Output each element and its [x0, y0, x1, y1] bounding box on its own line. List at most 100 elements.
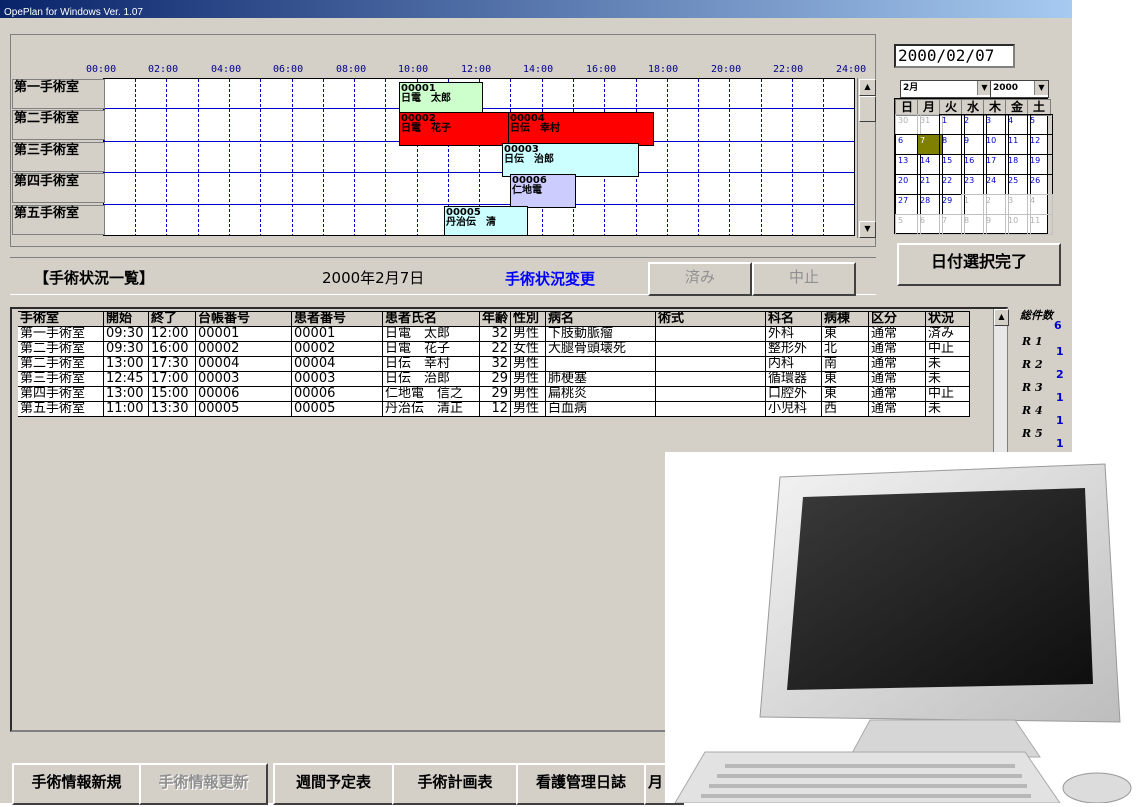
room-label: 第四手術室	[12, 173, 105, 203]
scroll-up-icon[interactable]: ▲	[859, 79, 876, 96]
surgery-table: 手術室 開始 終了 台帳番号 患者番号 患者氏名 年齢 性別 病名 術式 科名 …	[18, 311, 971, 417]
column-header[interactable]: 科名	[765, 311, 823, 327]
cell-patient-no: 00002	[291, 341, 383, 357]
count-room-label: R 3	[1022, 381, 1043, 394]
room-label: 第三手術室	[12, 142, 105, 172]
room-label: 第二手術室	[12, 110, 105, 140]
time-label: 10:00	[398, 64, 429, 75]
time-label: 12:00	[461, 64, 492, 75]
cell-procedure	[655, 356, 767, 372]
date-select-complete-button[interactable]: 日付選択完了	[897, 243, 1061, 286]
time-label: 08:00	[336, 64, 367, 75]
cell-age: 22	[479, 341, 512, 357]
surgery-plan-button[interactable]: 手術計画表	[392, 763, 518, 805]
column-header[interactable]: 患者番号	[291, 311, 383, 327]
table-row[interactable]: 第五手術室 11:00 13:30 00005 00005 丹治伝 清正 12 男性 白血病 小児…	[18, 401, 971, 417]
column-header[interactable]: 区分	[868, 311, 927, 327]
cell-category: 通常	[868, 356, 927, 372]
scroll-down-icon[interactable]: ▼	[859, 221, 876, 238]
schedule-grid[interactable]: 00001 日電 太郎 00002 日電 花子 00004 日伝 幸村 0000…	[103, 78, 855, 236]
date-field[interactable]: 2000/02/07	[894, 44, 1015, 68]
update-surgery-button[interactable]: 手術情報更新	[139, 763, 268, 805]
nursing-log-button[interactable]: 看護管理日誌	[516, 763, 646, 805]
table-row[interactable]: 第三手術室 12:45 17:00 00003 00003 日伝 治郎 29 男性 肺梗塞 循環器…	[18, 371, 971, 387]
column-header[interactable]: 開始	[103, 311, 149, 327]
column-header[interactable]: 患者氏名	[382, 311, 480, 327]
calendar-day[interactable]: 4	[1027, 194, 1053, 215]
cell-category: 通常	[868, 401, 927, 417]
surgery-bar[interactable]: 00001 日電 太郎	[399, 82, 483, 113]
calendar-day[interactable]: 19	[1027, 154, 1053, 175]
cell-disease	[545, 356, 657, 372]
cell-ward: 東	[821, 386, 870, 402]
cell-category: 通常	[868, 386, 927, 402]
cell-start: 09:30	[103, 326, 149, 342]
done-button[interactable]: 済み	[648, 262, 752, 296]
cell-patient-name: 日電 花子	[382, 341, 480, 357]
calendar-day[interactable]: 12	[1027, 134, 1053, 155]
column-header[interactable]: 年齢	[479, 311, 512, 327]
calendar-day[interactable]: 5	[1027, 114, 1053, 135]
cell-dept: 外科	[765, 326, 823, 342]
cell-sex: 男性	[510, 401, 547, 417]
month-select[interactable]: 2月 ▼	[900, 80, 992, 98]
cell-ledger-no: 00003	[195, 371, 292, 387]
column-header[interactable]: 術式	[655, 311, 767, 327]
year-select[interactable]: 2000 ▼	[990, 80, 1049, 98]
surgery-bar[interactable]: 00003 日伝 治郎	[502, 143, 639, 177]
cell-start: 13:00	[103, 386, 149, 402]
cell-patient-name: 仁地電 信之	[382, 386, 480, 402]
cell-ledger-no: 00005	[195, 401, 292, 417]
table-row[interactable]: 第一手術室 09:30 12:00 00001 00001 日電 太郎 32 男性 下肢動脈瘤外…	[18, 326, 971, 342]
column-header[interactable]: 手術室	[18, 311, 104, 327]
time-label: 00:00	[86, 64, 117, 75]
calendar-day[interactable]: 11	[1027, 214, 1053, 235]
room-label: 第五手術室	[12, 205, 105, 235]
column-header[interactable]: 病棟	[821, 311, 870, 327]
cell-status: 未	[925, 401, 971, 417]
count-total: 6	[1054, 319, 1062, 332]
cell-room: 第四手術室	[18, 386, 104, 402]
schedule-scrollbar[interactable]: ▲ ▼	[857, 78, 876, 238]
cell-end: 13:30	[148, 401, 196, 417]
chevron-down-icon[interactable]: ▼	[1034, 81, 1048, 95]
weekly-schedule-button[interactable]: 週間予定表	[273, 763, 394, 805]
cell-sex: 男性	[510, 371, 547, 387]
time-label: 24:00	[836, 64, 867, 75]
cell-room: 第二手術室	[18, 341, 104, 357]
column-header[interactable]: 終了	[148, 311, 196, 327]
count-room-value: 1	[1056, 414, 1064, 427]
chevron-down-icon[interactable]: ▼	[977, 81, 991, 95]
surgery-bar[interactable]: 00002 日電 花子	[399, 112, 513, 146]
month-value: 2月	[903, 83, 919, 93]
column-header[interactable]: 性別	[510, 311, 547, 327]
time-label: 22:00	[773, 64, 804, 75]
cell-ward: 東	[821, 326, 870, 342]
column-header[interactable]: 病名	[545, 311, 657, 327]
cell-patient-name: 日伝 幸村	[382, 356, 480, 372]
cancel-button[interactable]: 中止	[752, 262, 856, 296]
surgery-bar[interactable]: 00004 日伝 幸村	[508, 112, 654, 146]
new-surgery-button[interactable]: 手術情報新規	[12, 763, 141, 805]
cell-dept: 口腔外	[765, 386, 823, 402]
cell-ledger-no: 00002	[195, 341, 292, 357]
cell-category: 通常	[868, 371, 927, 387]
cell-start: 12:45	[103, 371, 149, 387]
cell-sex: 男性	[510, 326, 547, 342]
surgery-bar[interactable]: 00005 丹治伝 清	[444, 206, 528, 235]
cell-category: 通常	[868, 341, 927, 357]
table-row[interactable]: 第四手術室 13:00 15:00 00006 00006 仁地電 信之 29 男性 扁桃炎 口腔…	[18, 386, 971, 402]
table-row[interactable]: 第二手術室 13:00 17:30 00004 00004 日伝 幸村 32 男性 内科南通常未	[18, 356, 971, 372]
table-row[interactable]: 第二手術室 09:30 16:00 00002 00002 日電 花子 22 女性 大腿骨頭壊死…	[18, 341, 971, 357]
column-header[interactable]: 状況	[925, 311, 971, 327]
count-room-value: 1	[1056, 345, 1064, 358]
surgery-bar[interactable]: 00006 仁地電	[510, 174, 576, 208]
scroll-thumb[interactable]	[859, 96, 876, 122]
column-header[interactable]: 台帳番号	[195, 311, 292, 327]
cell-procedure	[655, 371, 767, 387]
scroll-up-icon[interactable]: ▲	[994, 309, 1009, 326]
cell-disease: 白血病	[545, 401, 657, 417]
calendar-day[interactable]: 26	[1027, 174, 1053, 195]
time-label: 14:00	[523, 64, 554, 75]
cell-age: 29	[479, 371, 512, 387]
